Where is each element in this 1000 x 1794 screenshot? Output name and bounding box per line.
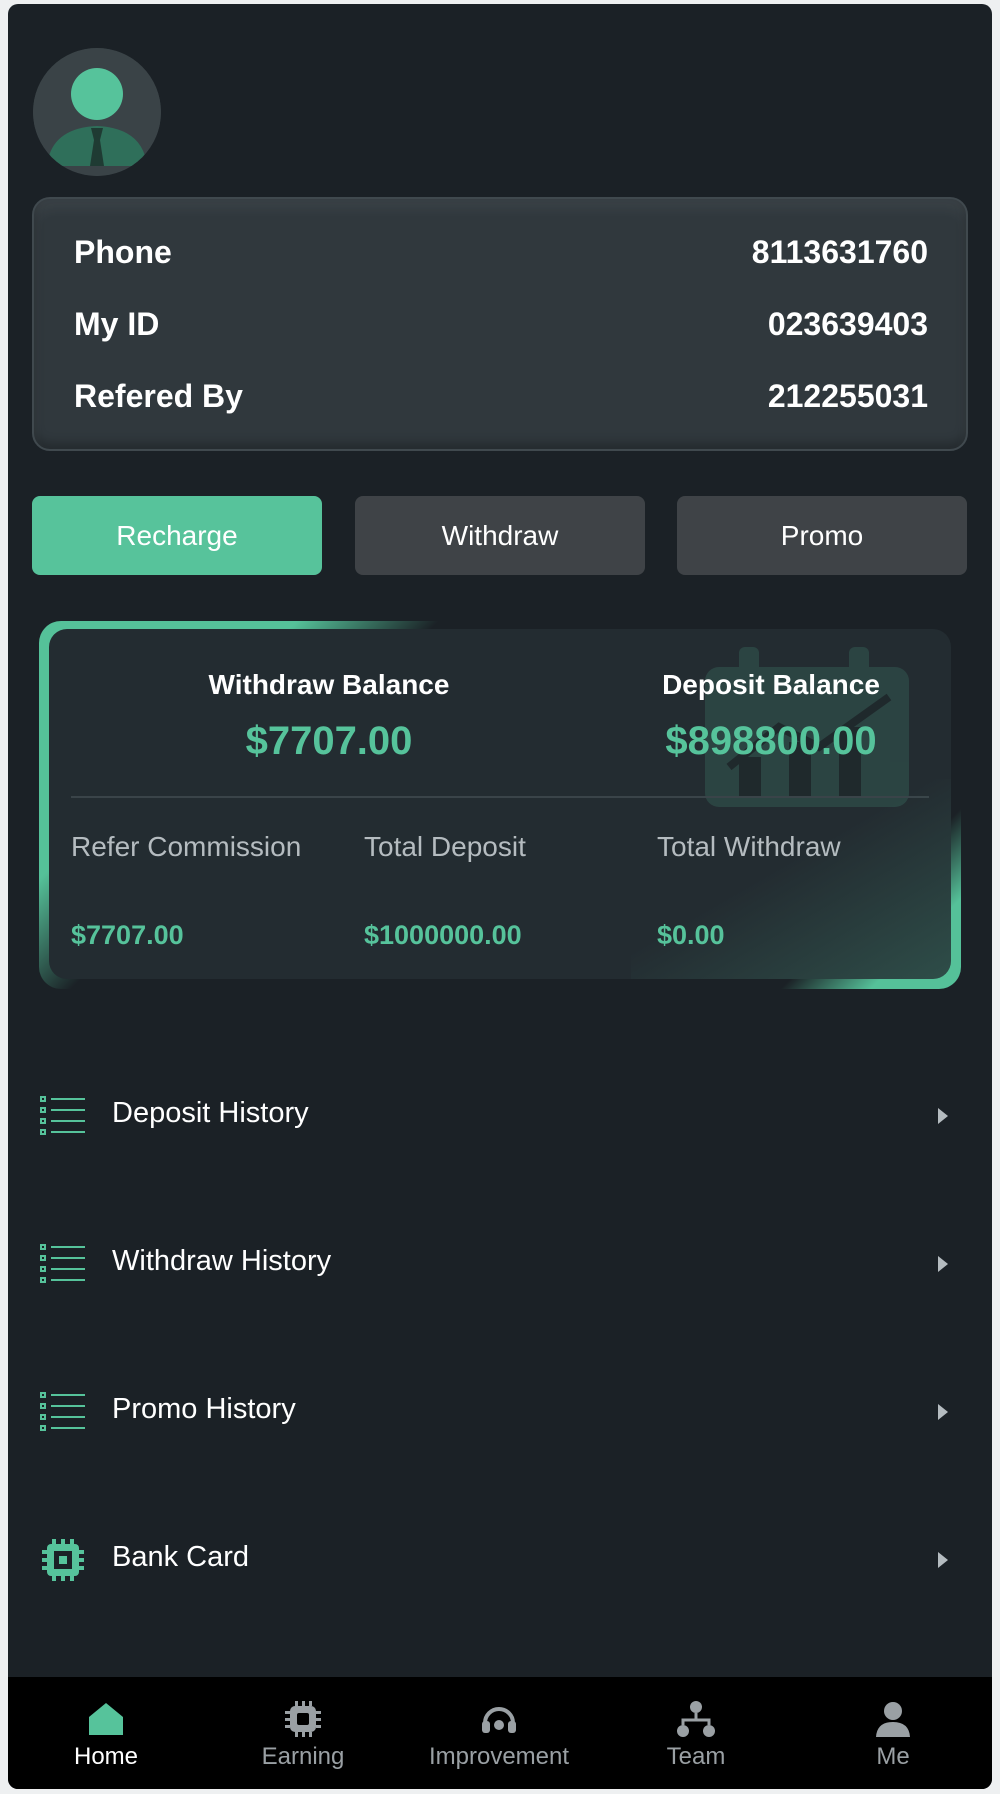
tab-earning[interactable]: Earning xyxy=(213,1677,393,1789)
bottom-tab-bar: Home Earning Improvement Team Me xyxy=(8,1677,992,1789)
total-deposit-label: Total Deposit xyxy=(364,831,526,862)
total-deposit-value: $1000000.00 xyxy=(364,920,522,950)
tab-me-label: Me xyxy=(876,1743,910,1770)
app-screen: Phone 8113631760 My ID 023639403 Refered… xyxy=(8,4,992,1789)
tab-team-label: Team xyxy=(666,1743,726,1770)
user-avatar-icon xyxy=(33,48,161,176)
referred-by-label: Refered By xyxy=(74,377,243,414)
promo-button[interactable]: Promo xyxy=(677,496,967,575)
deposit-balance: Deposit Balance $898800.00 xyxy=(591,669,951,764)
menu-item-label: Bank Card xyxy=(112,1541,250,1573)
chip-icon xyxy=(42,1539,84,1581)
team-icon xyxy=(677,1701,715,1737)
menu-item-promo-history[interactable]: Promo History xyxy=(8,1366,992,1456)
tab-home[interactable]: Home xyxy=(16,1677,196,1789)
refer-commission-value: $7707.00 xyxy=(71,920,184,950)
list-icon xyxy=(40,1244,85,1283)
total-withdraw-stat: Total Withdraw $0.00 xyxy=(657,831,927,951)
menu-item-label: Deposit History xyxy=(112,1097,309,1129)
phone-label: Phone xyxy=(74,233,172,270)
menu-item-bank-card[interactable]: Bank Card xyxy=(8,1514,992,1604)
tab-improvement-label: Improvement xyxy=(428,1743,570,1770)
menu-item-label: Promo History xyxy=(112,1393,296,1425)
withdraw-balance-value: $7707.00 xyxy=(245,719,413,763)
list-icon xyxy=(40,1096,85,1135)
chevron-right-icon xyxy=(938,1404,948,1420)
avatar[interactable] xyxy=(33,48,161,176)
profile-info-card: Phone 8113631760 My ID 023639403 Refered… xyxy=(32,197,968,451)
total-withdraw-value: $0.00 xyxy=(657,920,725,950)
chevron-right-icon xyxy=(938,1552,948,1568)
recharge-button[interactable]: Recharge xyxy=(32,496,322,575)
balance-card-inner: Withdraw Balance $7707.00 Deposit Balanc… xyxy=(49,629,951,979)
my-id-row: My ID 023639403 xyxy=(74,304,928,344)
headset-icon xyxy=(482,1707,516,1733)
menu-item-deposit-history[interactable]: Deposit History xyxy=(8,1070,992,1160)
withdraw-balance: Withdraw Balance $7707.00 xyxy=(149,669,509,764)
phone-row: Phone 8113631760 xyxy=(74,232,928,272)
my-id-value: 023639403 xyxy=(767,305,928,342)
referred-by-value: 212255031 xyxy=(767,377,928,414)
tab-me[interactable]: Me xyxy=(803,1677,983,1789)
menu-item-label: Withdraw History xyxy=(112,1245,332,1277)
refer-commission-stat: Refer Commission $7707.00 xyxy=(71,831,341,951)
tab-home-label: Home xyxy=(73,1743,139,1770)
referred-by-row: Refered By 212255031 xyxy=(74,376,928,416)
person-icon xyxy=(876,1702,910,1737)
tab-earning-label: Earning xyxy=(261,1743,345,1770)
withdraw-button[interactable]: Withdraw xyxy=(355,496,645,575)
menu-item-withdraw-history[interactable]: Withdraw History xyxy=(8,1218,992,1308)
deposit-balance-value: $898800.00 xyxy=(665,719,877,763)
list-icon xyxy=(40,1392,85,1431)
withdraw-balance-title: Withdraw Balance xyxy=(208,669,450,700)
balance-divider xyxy=(71,796,929,798)
balance-card: Withdraw Balance $7707.00 Deposit Balanc… xyxy=(39,621,961,989)
tab-team[interactable]: Team xyxy=(606,1677,786,1789)
tab-improvement[interactable]: Improvement xyxy=(409,1677,589,1789)
deposit-balance-title: Deposit Balance xyxy=(662,669,880,700)
chip-icon xyxy=(285,1701,321,1737)
phone-value: 8113631760 xyxy=(751,233,928,270)
refer-commission-label: Refer Commission xyxy=(71,831,302,862)
chevron-right-icon xyxy=(938,1108,948,1124)
my-id-label: My ID xyxy=(74,305,160,342)
home-icon xyxy=(89,1703,123,1735)
total-deposit-stat: Total Deposit $1000000.00 xyxy=(364,831,634,951)
total-withdraw-label: Total Withdraw xyxy=(657,831,841,862)
chevron-right-icon xyxy=(938,1256,948,1272)
